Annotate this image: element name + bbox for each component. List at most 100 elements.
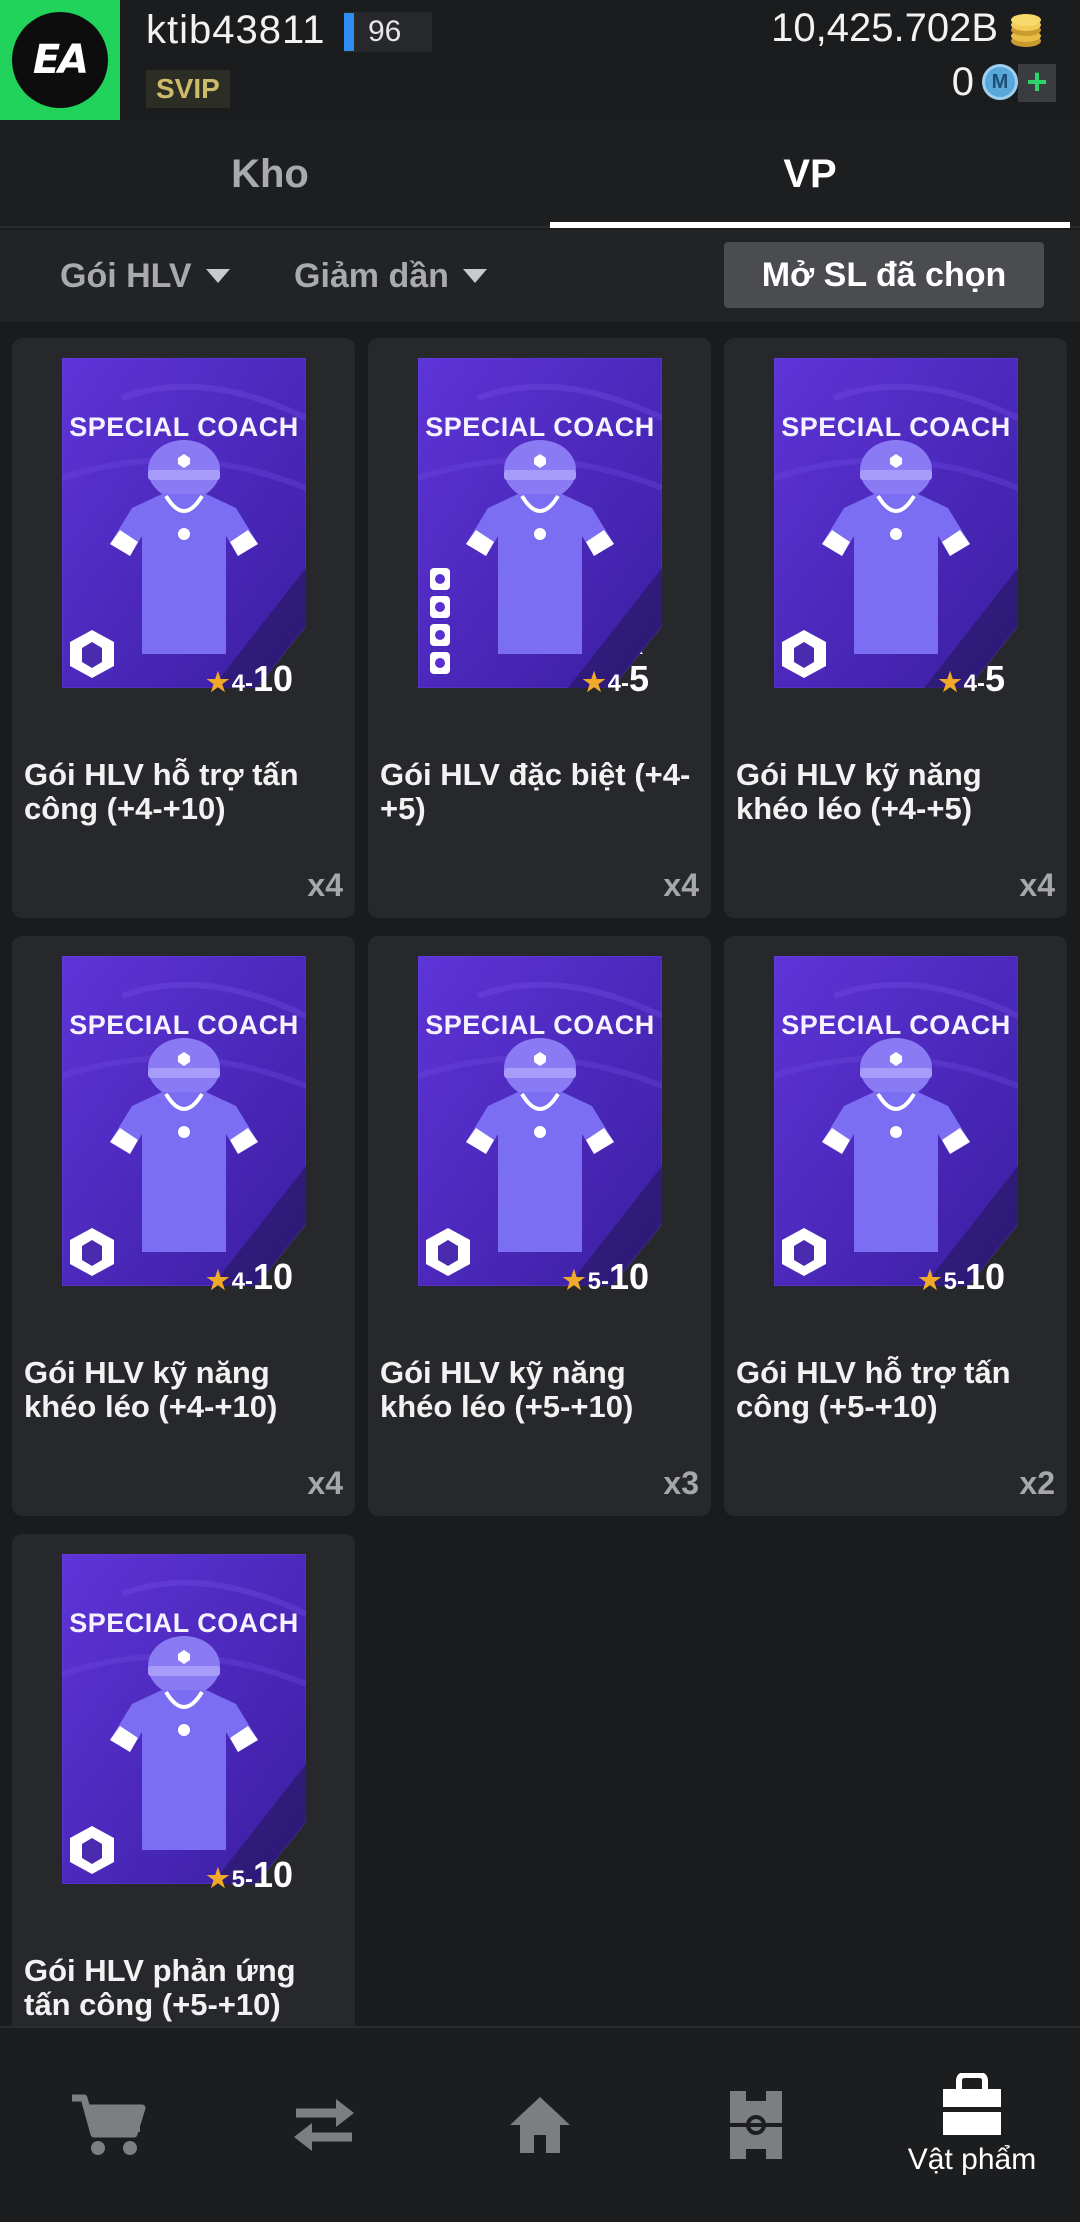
mix-attribute-icons — [426, 628, 470, 680]
pack-brand-label: SPECIAL COACH — [69, 1608, 299, 1638]
ea-logo[interactable]: EA — [0, 0, 120, 120]
open-selected-button[interactable]: Mở SL đã chọn — [724, 242, 1044, 308]
item-title: Gói HLV hỗ trợ tấn công (+4-+10) — [24, 757, 299, 826]
item-quantity: x3 — [663, 1465, 699, 1501]
level-value: 96 — [368, 15, 402, 48]
grade-max: 10 — [252, 1854, 293, 1895]
pack-brand-label: SPECIAL COACH — [69, 412, 299, 442]
item-card[interactable]: MIXSPECIAL COACH★4-5Gói HLV đặc biệt (+4… — [368, 338, 711, 918]
skill-dribble-icon — [426, 1226, 470, 1278]
grade-range: ★ 5- 10 — [206, 1854, 293, 1896]
item-title: Gói HLV phản ứng tấn công (+5-+10) — [24, 1953, 296, 2022]
chevron-down-icon — [462, 269, 487, 283]
coach-pack-image: SPECIAL COACH — [773, 955, 1020, 1287]
counter-attack-icon — [70, 1824, 114, 1876]
cart-icon — [72, 2094, 146, 2155]
item-card[interactable]: SPECIAL COACH ★ 4- 5 Gói HLV kỹ năng khéo lé… — [724, 338, 1067, 918]
sort-dropdown[interactable]: Giảm dần — [294, 230, 487, 322]
grade-max: 5 — [628, 658, 649, 699]
grade-range: ★ 4- 5 — [938, 658, 1005, 700]
tab-kho-label: Kho — [231, 151, 309, 196]
star-icon: ★ — [206, 667, 230, 697]
nav-items-label: Vật phẩm — [907, 2143, 1037, 2176]
item-card[interactable]: SPECIAL COACH ★ 5- 10 Gói HLV phản ứng tấn c… — [12, 1534, 355, 2026]
coach-pack-image: SPECIAL COACH — [61, 1553, 308, 1885]
item-quantity: x4 — [663, 867, 699, 903]
grade-min: 5- — [943, 1268, 965, 1295]
pack-brand-label: SPECIAL COACH — [425, 412, 655, 442]
grade-max: 10 — [964, 1256, 1005, 1297]
grade-min: 4- — [963, 670, 985, 697]
grade-range: ★ 5- 10 — [918, 1256, 1005, 1298]
star-icon: ★ — [938, 667, 962, 697]
star-icon: ★ — [582, 667, 606, 697]
top-bar: EA ktib43811 96 SVIP 10,425.702B 0 M + — [0, 0, 1080, 120]
item-grid: SPECIAL COACH ★ 4- 10 Gói HLV hỗ trợ tấn côn… — [0, 322, 1080, 2026]
nav-shop[interactable] — [0, 2028, 216, 2222]
pack-brand-label: SPECIAL COACH — [425, 1010, 655, 1040]
grade-range: ★ 4- 10 — [206, 1256, 293, 1298]
filter-bar: Gói HLV Giảm dần Mở SL đã chọn — [0, 230, 1080, 322]
grade-min: 4- — [607, 670, 629, 697]
pack-brand-label: SPECIAL COACH — [781, 412, 1011, 442]
field-icon — [730, 2091, 782, 2159]
grade-range: ★ 5- 10 — [562, 1256, 649, 1298]
skill-dribble-icon — [782, 628, 826, 680]
grade-range: ★ 4- 10 — [206, 658, 293, 700]
star-icon: ★ — [562, 1265, 586, 1295]
grade-min: 4- — [231, 670, 253, 697]
grade-max: 10 — [608, 1256, 649, 1297]
item-title: Gói HLV hỗ trợ tấn công (+5-+10) — [736, 1355, 1011, 1424]
level-badge: 96 — [344, 12, 432, 52]
nav-home[interactable] — [432, 2028, 648, 2222]
active-tab-underline — [550, 222, 1070, 228]
username[interactable]: ktib43811 — [146, 8, 326, 53]
grade-min: 5- — [231, 1866, 253, 1893]
nav-field[interactable] — [648, 2028, 864, 2222]
tab-bar: Kho VP — [0, 120, 1080, 228]
item-card[interactable]: SPECIAL COACH ★ 4- 10 Gói HLV hỗ trợ tấn côn… — [12, 338, 355, 918]
skill-dribble-icon — [70, 1226, 114, 1278]
support-attack-icon — [782, 1226, 826, 1278]
vip-badge: SVIP — [146, 70, 230, 108]
coach-pack-image: SPECIAL COACH — [417, 357, 664, 689]
grade-max: 10 — [252, 658, 293, 699]
bottom-nav: Vật phẩm — [0, 2026, 1080, 2220]
coach-pack-image: SPECIAL COACH — [61, 955, 308, 1287]
ea-logo-badge: EA — [12, 12, 108, 108]
bag-icon — [943, 2073, 1001, 2135]
transfer-icon — [294, 2099, 354, 2151]
add-currency-button[interactable]: + — [1018, 64, 1056, 102]
chevron-down-icon — [205, 269, 230, 283]
grade-range: ★ 4- 5 — [582, 658, 649, 700]
tab-kho[interactable]: Kho — [0, 120, 540, 228]
item-title: Gói HLV kỹ năng khéo léo (+4-+10) — [24, 1355, 278, 1424]
coach-pack-image: SPECIAL COACH — [61, 357, 308, 689]
coach-pack-image: SPECIAL COACH — [417, 955, 664, 1287]
item-card[interactable]: SPECIAL COACH ★ 5- 10 Gói HLV kỹ năng khéo l… — [368, 936, 711, 1516]
nav-transfer[interactable] — [216, 2028, 432, 2222]
item-title: Gói HLV đặc biệt (+4-+5) — [380, 757, 691, 826]
category-dropdown[interactable]: Gói HLV — [60, 230, 230, 322]
item-quantity: x4 — [1019, 867, 1055, 903]
item-title: Gói HLV kỹ năng khéo léo (+5-+10) — [380, 1355, 634, 1424]
coach-pack-image: SPECIAL COACH — [773, 357, 1020, 689]
pack-brand-label: SPECIAL COACH — [781, 1010, 1011, 1040]
tab-vp[interactable]: VP — [540, 120, 1080, 228]
grade-min: 5- — [587, 1268, 609, 1295]
coin-stack-icon — [1011, 14, 1041, 47]
item-card[interactable]: SPECIAL COACH ★ 5- 10 Gói HLV hỗ trợ tấn côn… — [724, 936, 1067, 1516]
support-attack-icon — [70, 628, 114, 680]
coin-balance: 10,425.702B — [771, 6, 998, 50]
item-card[interactable]: SPECIAL COACH ★ 4- 10 Gói HLV kỹ năng khéo l… — [12, 936, 355, 1516]
m-coin-icon: M — [982, 64, 1018, 100]
nav-items[interactable]: Vật phẩm — [864, 2028, 1080, 2222]
pack-brand-label: SPECIAL COACH — [69, 1010, 299, 1040]
sort-dropdown-label: Giảm dần — [294, 256, 449, 295]
m-coin-count: 0 — [951, 60, 974, 104]
grade-max: 5 — [984, 658, 1005, 699]
tab-vp-label: VP — [783, 151, 837, 196]
item-quantity: x4 — [307, 1465, 343, 1501]
category-dropdown-label: Gói HLV — [60, 256, 192, 295]
item-quantity: x2 — [1019, 1465, 1055, 1501]
